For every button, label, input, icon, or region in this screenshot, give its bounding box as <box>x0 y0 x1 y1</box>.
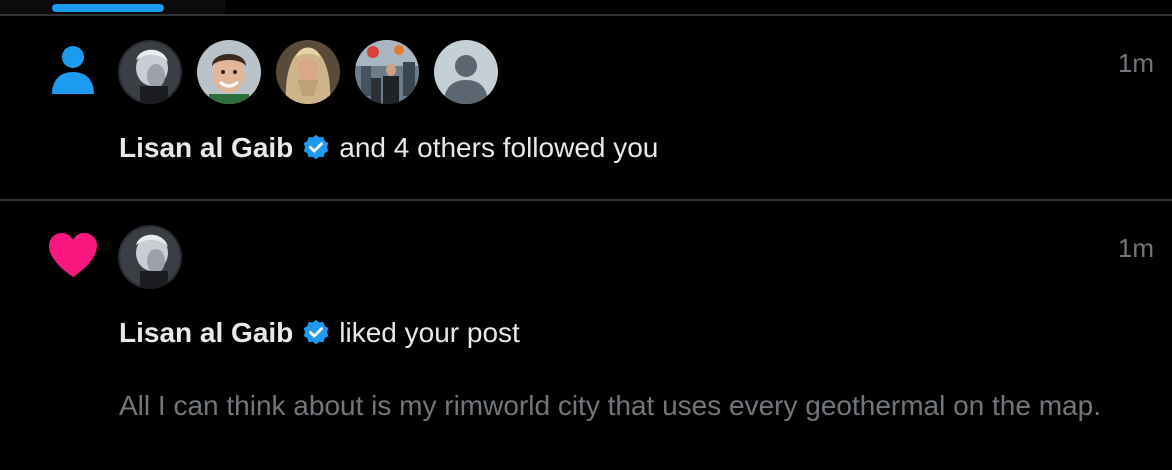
notification-text: Lisan al Gaib and 4 others followed you <box>119 131 658 165</box>
verified-badge-icon <box>301 318 331 348</box>
notification-timestamp: 1m <box>1117 48 1154 78</box>
notification-timestamp: 1m <box>1117 233 1154 263</box>
user-name-link[interactable]: Lisan al Gaib <box>119 316 293 350</box>
notification-text: Lisan al Gaib liked your post <box>119 316 520 350</box>
avatar-default[interactable] <box>434 40 498 104</box>
active-tab-indicator <box>52 4 164 12</box>
avatar-city-crowd[interactable] <box>355 40 419 104</box>
follow-notification[interactable]: 1m Lisan al Gaib and 4 others followed y… <box>0 16 1172 199</box>
avatar-lisan-al-gaib[interactable] <box>118 225 182 289</box>
person-icon <box>50 44 96 101</box>
liked-post-text[interactable]: All I can think about is my rimworld cit… <box>119 387 1109 425</box>
follower-avatars <box>118 40 498 104</box>
heart-icon <box>47 231 99 284</box>
liker-avatars <box>118 225 182 289</box>
user-name-link[interactable]: Lisan al Gaib <box>119 131 293 165</box>
tab-bar <box>0 0 1172 15</box>
avatar-smiling-man[interactable] <box>197 40 261 104</box>
verified-badge-icon <box>301 133 331 163</box>
notification-action-text: liked your post <box>339 317 520 348</box>
avatar-lisan-al-gaib[interactable] <box>118 40 182 104</box>
avatar-long-hair[interactable] <box>276 40 340 104</box>
like-notification[interactable]: 1m Lisan al Gaib liked your post All I c… <box>0 201 1172 470</box>
notification-action-text: and 4 others followed you <box>339 132 659 163</box>
